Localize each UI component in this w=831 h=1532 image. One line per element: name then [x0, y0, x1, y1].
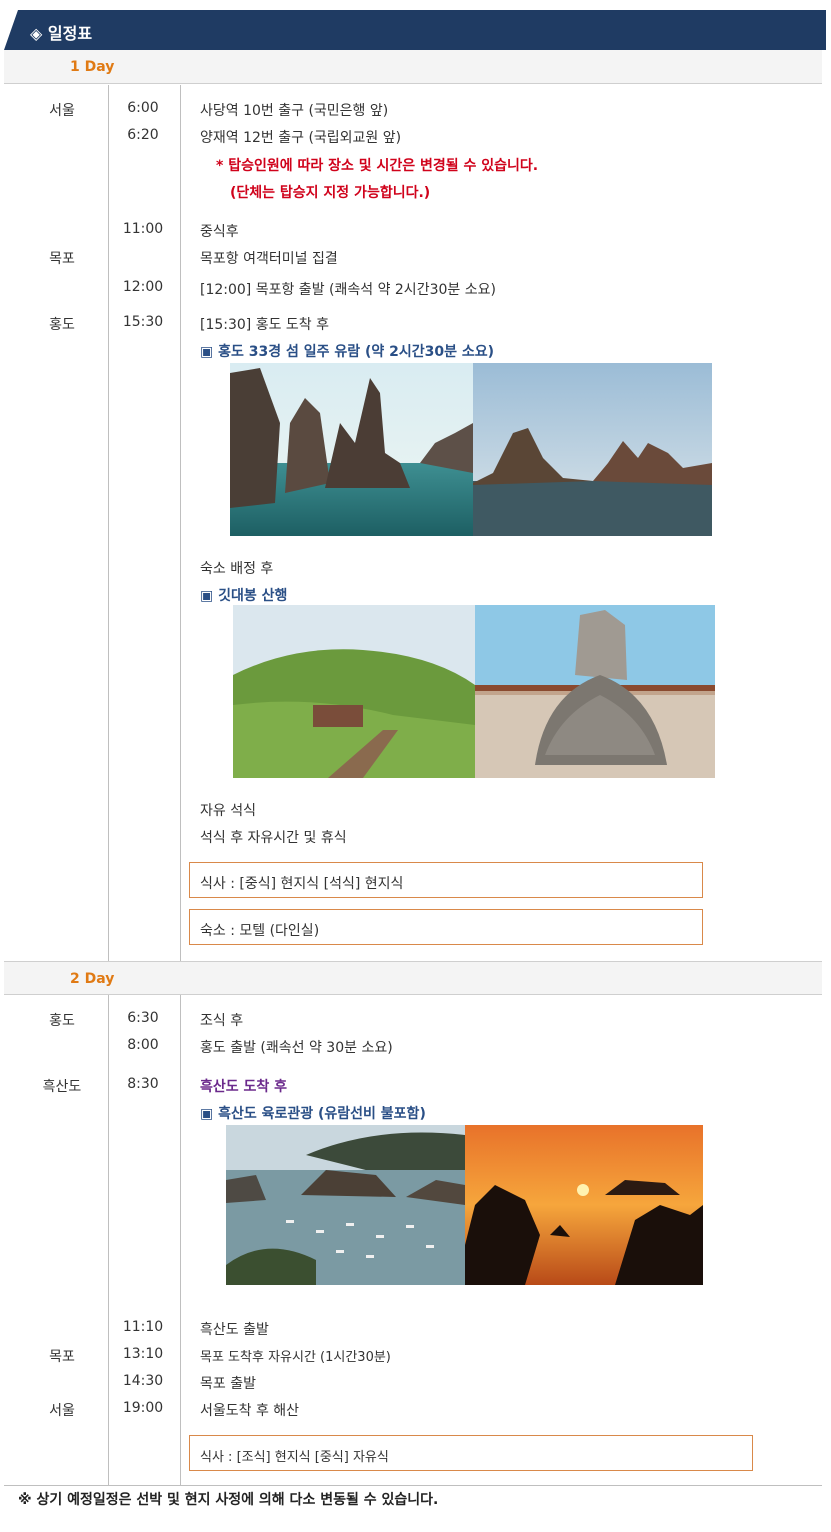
schedule-item: 흑산도 출발: [200, 1322, 269, 1338]
schedule-item: 양재역 12번 출구 (국립외교원 앞): [200, 130, 402, 146]
time: 6:00: [127, 100, 159, 116]
arrival-heuksando: 흑산도 도착 후: [200, 1079, 288, 1095]
tour-title-gitdaebong: ▣ 깃대봉 산행: [200, 588, 288, 604]
schedule-item: 목포 도착후 자유시간 (1시간30분): [200, 1350, 391, 1365]
time: 19:00: [122, 1400, 164, 1416]
schedule-item: [12:00] 목포항 출발 (쾌속석 약 2시간30분 소요): [200, 282, 496, 298]
place-heuksando: 흑산도: [42, 1079, 82, 1095]
schedule-item: [15:30] 홍도 도착 후: [200, 317, 330, 333]
table-bottom-border: [4, 1485, 822, 1486]
disclaimer-note: ※ 상기 예정일정은 선박 및 현지 사정에 의해 다소 변동될 수 있습니다.: [18, 1492, 439, 1508]
tour-title-heuksando: ▣ 흑산도 육로관광 (유람선비 불포함): [200, 1106, 426, 1122]
time: 8:00: [127, 1037, 159, 1053]
place-seoul: 서울: [49, 103, 75, 119]
schedule-header: ◈ 일정표: [4, 10, 826, 50]
lodging-box: 숙소 : 모텔 (다인실): [189, 909, 703, 945]
place-hongdo: 홍도: [49, 1013, 75, 1029]
meals-info: 식사 : [조식] 현지식 [중식] 자유식: [200, 1450, 389, 1465]
time: 8:30: [127, 1076, 159, 1092]
schedule-item: 사당역 10번 출구 (국민은행 앞): [200, 103, 389, 119]
time: 11:10: [122, 1319, 164, 1335]
schedule-item: 중식후: [200, 224, 239, 240]
time: 11:00: [122, 221, 164, 237]
pickup-note: * 탑승인원에 따라 장소 및 시간은 변경될 수 있습니다.: [216, 158, 539, 174]
schedule-item: 목포항 여객터미널 집결: [200, 251, 338, 267]
hill-trail-photo: [233, 605, 475, 778]
sunset-photo: [465, 1125, 703, 1285]
schedule-item: 조식 후: [200, 1013, 244, 1029]
time: 14:30: [122, 1373, 164, 1389]
schedule-item: 목포 출발: [200, 1376, 256, 1392]
time: 12:00: [122, 279, 164, 295]
day1-label: 1 Day: [70, 59, 115, 75]
summit-stone-photo: [475, 605, 715, 778]
coast-photo: [473, 363, 712, 536]
place-hongdo: 홍도: [49, 317, 75, 333]
schedule-item: 석식 후 자유시간 및 휴식: [200, 830, 347, 846]
schedule-item: 자유 석식: [200, 803, 256, 819]
meals-box-day1: 식사 : [중식] 현지식 [석식] 현지식: [189, 862, 703, 898]
place-mokpo: 목포: [49, 251, 75, 267]
day1-divider-place: [108, 85, 109, 961]
schedule-item: 홍도 출발 (쾌속선 약 30분 소요): [200, 1040, 393, 1056]
time: 6:20: [127, 127, 159, 143]
day2-divider-time: [180, 995, 181, 1485]
place-seoul: 서울: [49, 1403, 75, 1419]
harbor-photo: [226, 1125, 465, 1285]
day2-label: 2 Day: [70, 971, 115, 987]
time: 6:30: [127, 1010, 159, 1026]
day1-bar: 1 Day: [4, 50, 822, 84]
meals-box-day2: 식사 : [조식] 현지식 [중식] 자유식: [189, 1435, 753, 1471]
time: 15:30: [122, 314, 164, 330]
tour-title-hongdo: ▣ 홍도 33경 섬 일주 유람 (약 2시간30분 소요): [200, 344, 495, 360]
place-mokpo: 목포: [49, 1349, 75, 1365]
day1-divider-time: [180, 85, 181, 961]
time: 13:10: [122, 1346, 164, 1362]
lodging-info: 숙소 : 모텔 (다인실): [200, 923, 320, 939]
sea-rocks-photo: [230, 363, 473, 536]
page-title: ◈ 일정표: [30, 24, 93, 43]
schedule-item: 숙소 배정 후: [200, 561, 274, 577]
group-note: (단체는 탑승지 지정 가능합니다.): [230, 185, 431, 201]
meals-info: 식사 : [중식] 현지식 [석식] 현지식: [200, 876, 404, 892]
day2-bar: 2 Day: [4, 961, 822, 995]
schedule-item: 서울도착 후 해산: [200, 1403, 300, 1419]
